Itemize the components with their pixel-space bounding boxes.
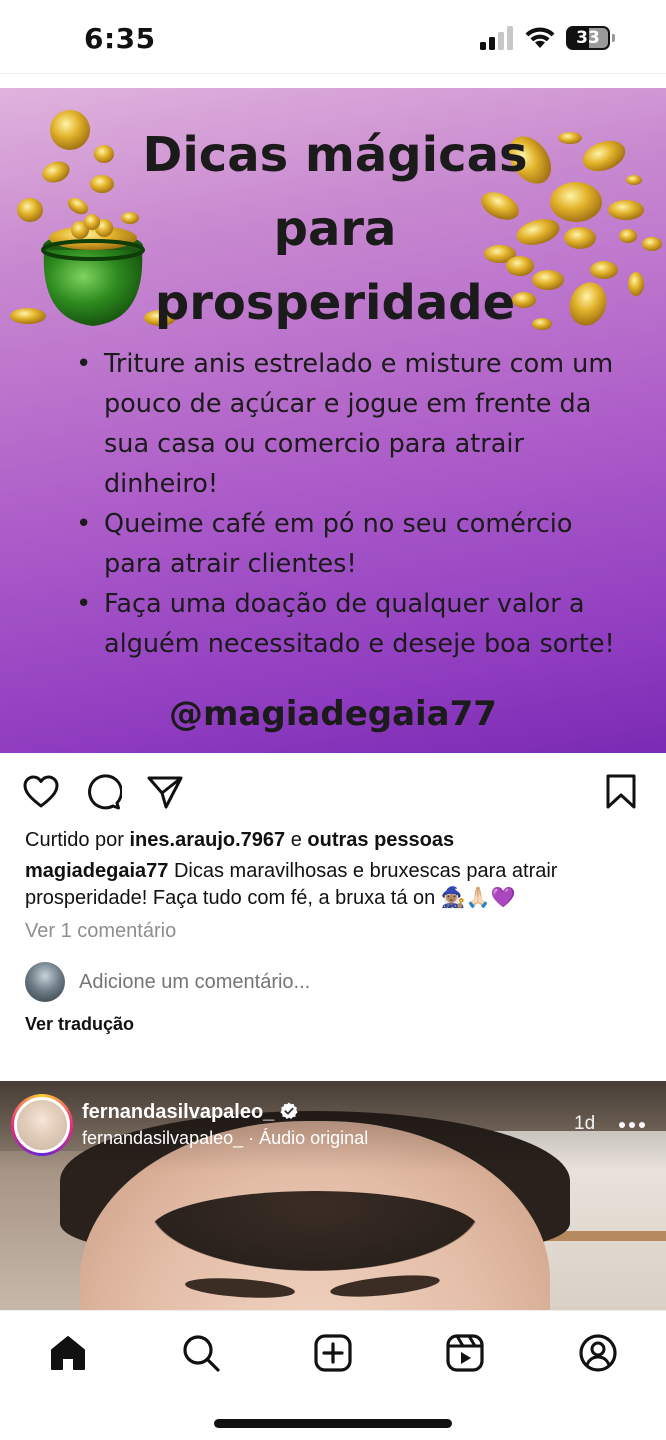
avatar — [25, 962, 65, 1002]
home-icon[interactable] — [48, 1333, 88, 1373]
comment-icon[interactable] — [84, 773, 122, 811]
more-options-icon[interactable] — [618, 1121, 646, 1129]
home-indicator[interactable] — [214, 1419, 452, 1428]
profile-icon[interactable] — [578, 1333, 618, 1373]
see-translation-link[interactable]: Ver tradução — [25, 1014, 134, 1035]
tips-list: Triture anis estrelado e misture com um … — [74, 344, 634, 664]
avatar — [14, 1097, 70, 1153]
reels-icon[interactable] — [445, 1333, 485, 1373]
tip-text: Faça uma doação de qualquer valor a algu… — [104, 589, 615, 659]
caption-username[interactable]: magiadegaia77 — [25, 860, 168, 882]
likes-line: Curtido por ines.araujo.7967 e outras pe… — [25, 829, 454, 852]
create-icon[interactable] — [313, 1333, 353, 1373]
post-author-name[interactable]: fernandasilvapaleo_ — [82, 1101, 274, 1123]
likes-connector: e — [290, 829, 302, 851]
story-ring[interactable] — [11, 1094, 73, 1156]
status-bar: 6:35 33 — [0, 0, 666, 74]
post-author[interactable]: fernandasilvapaleo_ — [82, 1101, 298, 1124]
view-comments-link[interactable]: Ver 1 comentário — [25, 920, 176, 943]
cellular-signal-icon — [480, 26, 513, 50]
post-caption: magiadegaia77 Dicas maravilhosas e bruxe… — [25, 858, 645, 912]
post-audio-subtitle[interactable]: fernandasilvapaleo_ · Áudio original — [82, 1128, 368, 1149]
battery-level: 33 — [576, 28, 600, 48]
wifi-icon — [525, 27, 555, 48]
liked-by-user-link[interactable]: ines.araujo.7967 — [130, 829, 286, 851]
post-actions — [0, 753, 666, 829]
image-handle: @magiadegaia77 — [169, 694, 497, 734]
battery-icon: 33 — [566, 26, 616, 50]
verified-badge-icon — [280, 1102, 298, 1119]
tip-text: Triture anis estrelado e misture com um … — [104, 349, 614, 499]
share-icon[interactable] — [146, 773, 184, 811]
status-time: 6:35 — [84, 22, 156, 55]
tip-item: Queime café em pó no seu comércio para a… — [74, 504, 634, 584]
image-title: Dicas mágicas para prosperidade — [142, 127, 528, 331]
tip-text: Queime café em pó no seu comércio para a… — [104, 509, 573, 579]
heart-icon[interactable] — [22, 773, 60, 811]
next-post-video[interactable]: fernandasilvapaleo_ fernandasilvapaleo_ … — [0, 1081, 666, 1310]
bookmark-icon[interactable] — [602, 773, 640, 811]
other-likers-link[interactable]: outras pessoas — [307, 829, 454, 851]
bottom-tab-bar — [0, 1310, 666, 1440]
likes-prefix: Curtido por — [25, 829, 124, 851]
add-comment-row — [25, 962, 645, 1002]
tip-item: Triture anis estrelado e misture com um … — [74, 344, 634, 504]
tip-item: Faça uma doação de qualquer valor a algu… — [74, 584, 634, 664]
post-image[interactable]: Dicas mágicas para prosperidade Triture … — [0, 88, 666, 753]
search-icon[interactable] — [181, 1333, 221, 1373]
post-time: 1d — [574, 1113, 596, 1134]
comment-input[interactable] — [79, 962, 579, 1002]
